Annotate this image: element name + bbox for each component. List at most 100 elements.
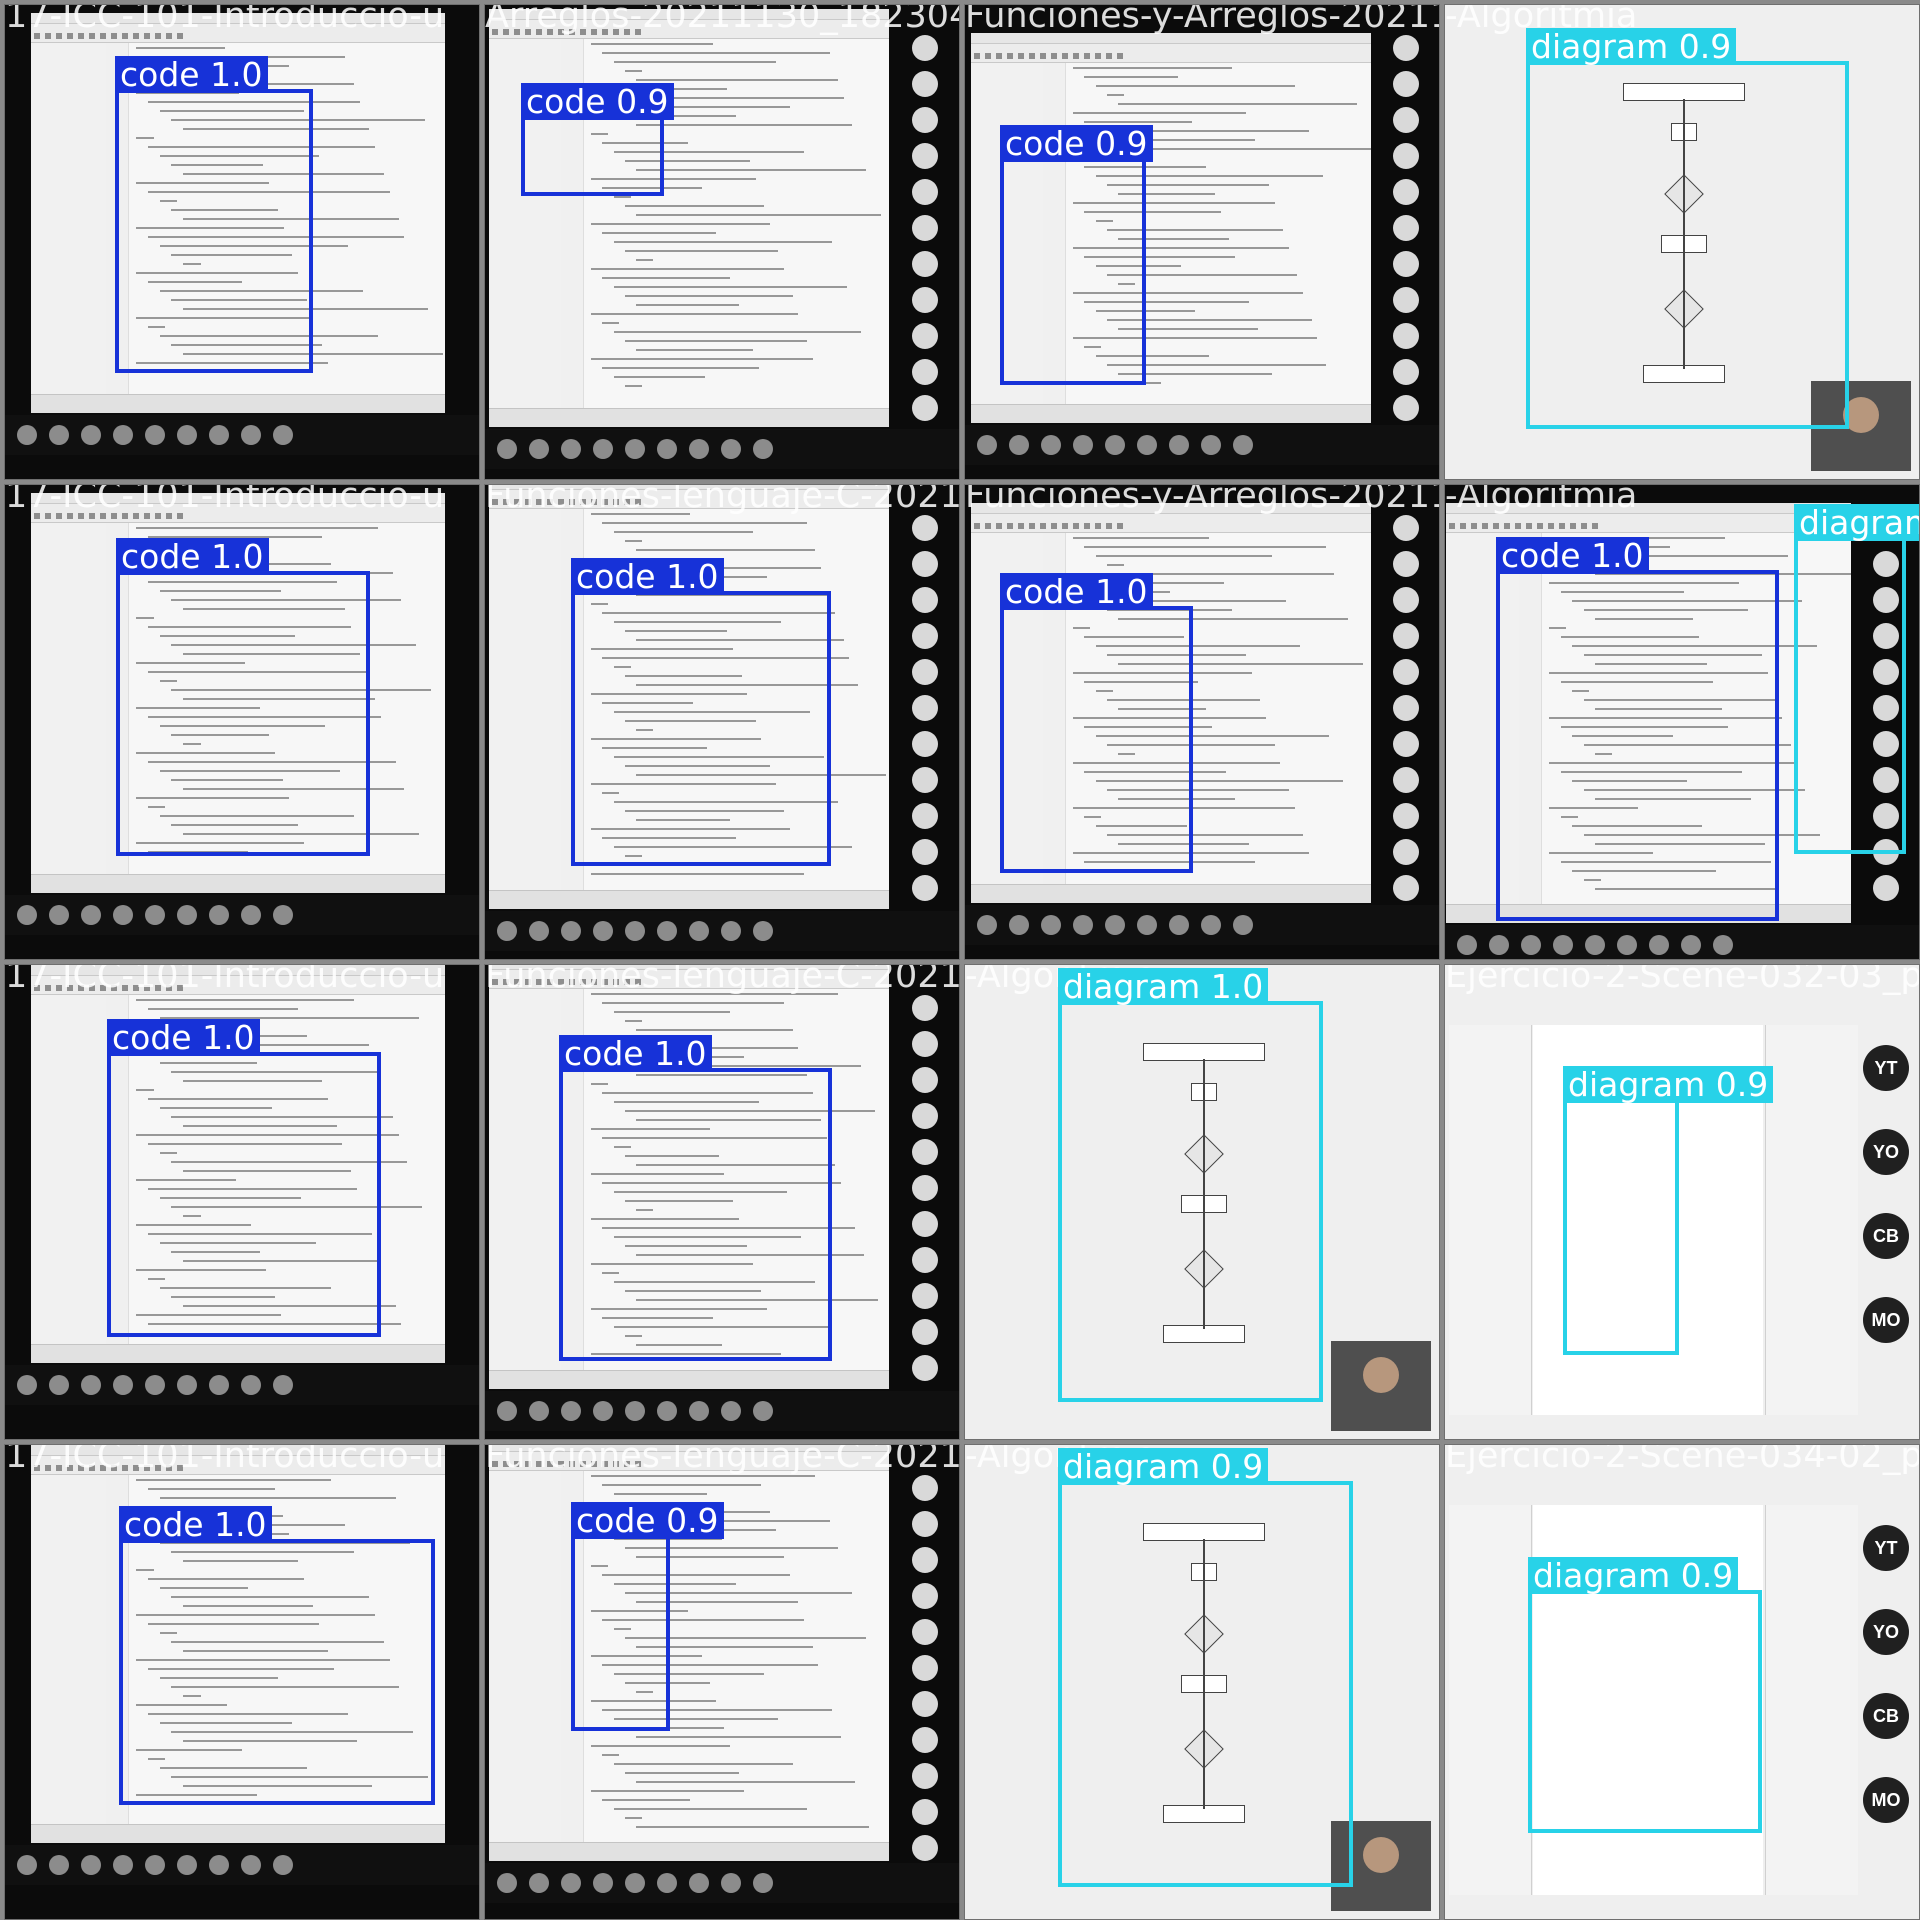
code-line xyxy=(625,70,643,72)
toolbar-icon[interactable] xyxy=(1018,523,1024,529)
video-frame-tile[interactable]: Funciones-lenguaje-C-2021 code 1.0 xyxy=(484,964,960,1440)
video-frame-tile[interactable]: YT YO CB MO Ejercicio-2-Scene-032-03_p diagra… xyxy=(1444,964,1920,1440)
project-sidebar[interactable] xyxy=(489,989,562,1371)
participant-avatar: MO xyxy=(1863,1777,1909,1823)
toolbar-icon[interactable] xyxy=(1007,523,1013,529)
toolbar-icon[interactable] xyxy=(1040,523,1046,529)
toolbar-icon[interactable] xyxy=(1581,523,1587,529)
detection-label: diagram 0.9 xyxy=(1058,1448,1269,1485)
video-title: 17-ICC-101-Introduccio-u xyxy=(5,484,445,516)
toolbar-icon[interactable] xyxy=(1084,53,1090,59)
video-frame-tile[interactable]: 17-ICC-101-Introduccio-u code 1.0 xyxy=(4,1444,480,1920)
toolbar-icon[interactable] xyxy=(985,523,991,529)
detection-box-diagram: diagram 0.9 xyxy=(1563,1066,1774,1355)
format-panel[interactable] xyxy=(1765,1025,1858,1415)
video-frame-tile[interactable]: 17-ICC-101-Introduccio-u code 1.0 xyxy=(4,964,480,1440)
toolbar-icon[interactable] xyxy=(1559,523,1565,529)
toolbar-icon[interactable] xyxy=(1526,523,1532,529)
toolbar-icon[interactable] xyxy=(996,523,1002,529)
video-frame-tile[interactable]: Arreglos-20211130_182304-Meeting Recordi… xyxy=(484,4,960,480)
toolbar-icon[interactable] xyxy=(1515,523,1521,529)
project-sidebar[interactable] xyxy=(31,1475,107,1825)
shape-library-panel[interactable] xyxy=(1449,1025,1532,1415)
toolbar-icon[interactable] xyxy=(1029,523,1035,529)
toolbar-icon[interactable] xyxy=(1117,523,1123,529)
project-sidebar[interactable] xyxy=(31,995,107,1345)
toolbar-icon[interactable] xyxy=(1106,523,1112,529)
toolbar-icon[interactable] xyxy=(1073,523,1079,529)
ide-status-bar xyxy=(971,404,1371,423)
toolbar-icon[interactable] xyxy=(1493,523,1499,529)
detection-box-code: code 1.0 xyxy=(559,1035,832,1361)
participant-thumb xyxy=(1553,935,1573,955)
participant-thumb xyxy=(721,1401,741,1421)
video-frame-tile[interactable]: 17-ICC-101-Introduccio-u code 1.0 xyxy=(4,484,480,960)
toolbar-icon[interactable] xyxy=(1504,523,1510,529)
video-frame-tile[interactable]: -Algoritmiadiagram 1.0 xyxy=(964,964,1440,1440)
code-line xyxy=(1084,546,1326,548)
participant-thumb xyxy=(177,425,197,445)
toolbar-icon[interactable] xyxy=(996,53,1002,59)
participant-avatar xyxy=(912,107,938,133)
code-line xyxy=(602,1002,785,1004)
video-frame-tile[interactable]: -Algoritmia code 1.0 diagram 0.9 xyxy=(1444,484,1920,960)
video-frame-tile[interactable]: Funciones-y-Arreglos-20211109_192427-Mee… xyxy=(964,484,1440,960)
toolbar-icon[interactable] xyxy=(1482,523,1488,529)
toolbar-icon[interactable] xyxy=(974,53,980,59)
toolbar-icon[interactable] xyxy=(1106,53,1112,59)
toolbar-icon[interactable] xyxy=(1570,523,1576,529)
toolbar-icon[interactable] xyxy=(1040,53,1046,59)
project-sidebar[interactable] xyxy=(31,43,107,395)
participant-avatar xyxy=(1393,695,1419,721)
toolbar-icon[interactable] xyxy=(1095,53,1101,59)
toolbar-icon[interactable] xyxy=(1062,523,1068,529)
toolbar-icon[interactable] xyxy=(1548,523,1554,529)
toolbar-icon[interactable] xyxy=(1084,523,1090,529)
code-line xyxy=(613,1493,708,1495)
participant-avatar xyxy=(912,1103,938,1129)
project-sidebar[interactable] xyxy=(489,1471,562,1843)
participant-thumb xyxy=(1009,915,1029,935)
project-sidebar[interactable] xyxy=(31,523,107,875)
format-panel[interactable] xyxy=(1765,1505,1858,1895)
video-frame-tile[interactable]: Funciones-lenguaje-C-2021 code 1.0 xyxy=(484,484,960,960)
ide-status-bar xyxy=(971,884,1371,903)
participant-thumb xyxy=(529,1873,549,1893)
project-sidebar[interactable] xyxy=(489,509,562,891)
video-frame-tile[interactable]: YT YO CB MO Ejercicio-2-Scene-034-02_p diagra… xyxy=(1444,1444,1920,1920)
video-frame-tile[interactable]: 17-ICC-101-Introduccio-u code 1.0 xyxy=(4,4,480,480)
toolbar-icon[interactable] xyxy=(1062,53,1068,59)
participant-avatar xyxy=(912,1283,938,1309)
shape-library-panel[interactable] xyxy=(1449,1505,1532,1895)
video-frame-tile[interactable]: Funciones-lenguaje-C-2021 code 0.9 xyxy=(484,1444,960,1920)
video-frame-tile[interactable]: -Algoritmiadiagram 0.9 xyxy=(964,1444,1440,1920)
toolbar-icon[interactable] xyxy=(1471,523,1477,529)
video-frame-tile[interactable]: Funciones-y-Arreglos-20211109_192427-Mee… xyxy=(964,4,1440,480)
toolbar-icon[interactable] xyxy=(985,53,991,59)
participant-avatar xyxy=(912,323,938,349)
toolbar-icon[interactable] xyxy=(1449,523,1455,529)
toolbar-icon[interactable] xyxy=(1051,523,1057,529)
participant-thumb xyxy=(1233,915,1253,935)
toolbar-icon[interactable] xyxy=(1095,523,1101,529)
toolbar-icon[interactable] xyxy=(1117,53,1123,59)
participant-avatar xyxy=(912,1619,938,1645)
toolbar-icon[interactable] xyxy=(1537,523,1543,529)
participant-thumb xyxy=(1489,935,1509,955)
toolbar-icon[interactable] xyxy=(1592,523,1598,529)
video-frame-tile[interactable]: -Algoritmiadiagram 0.9 xyxy=(1444,4,1920,480)
code-line xyxy=(636,1736,841,1738)
participant-avatar xyxy=(1393,587,1419,613)
code-line xyxy=(613,1763,793,1765)
toolbar-icon[interactable] xyxy=(1018,53,1024,59)
detection-label: code 1.0 xyxy=(1496,537,1649,574)
toolbar-icon[interactable] xyxy=(974,523,980,529)
toolbar-icon[interactable] xyxy=(1460,523,1466,529)
toolbar-icon[interactable] xyxy=(1029,53,1035,59)
toolbar-icon[interactable] xyxy=(1051,53,1057,59)
participant-thumb xyxy=(497,1873,517,1893)
participant-column xyxy=(1386,25,1426,421)
toolbar-icon[interactable] xyxy=(1007,53,1013,59)
participant-avatar xyxy=(1393,659,1419,685)
toolbar-icon[interactable] xyxy=(1073,53,1079,59)
